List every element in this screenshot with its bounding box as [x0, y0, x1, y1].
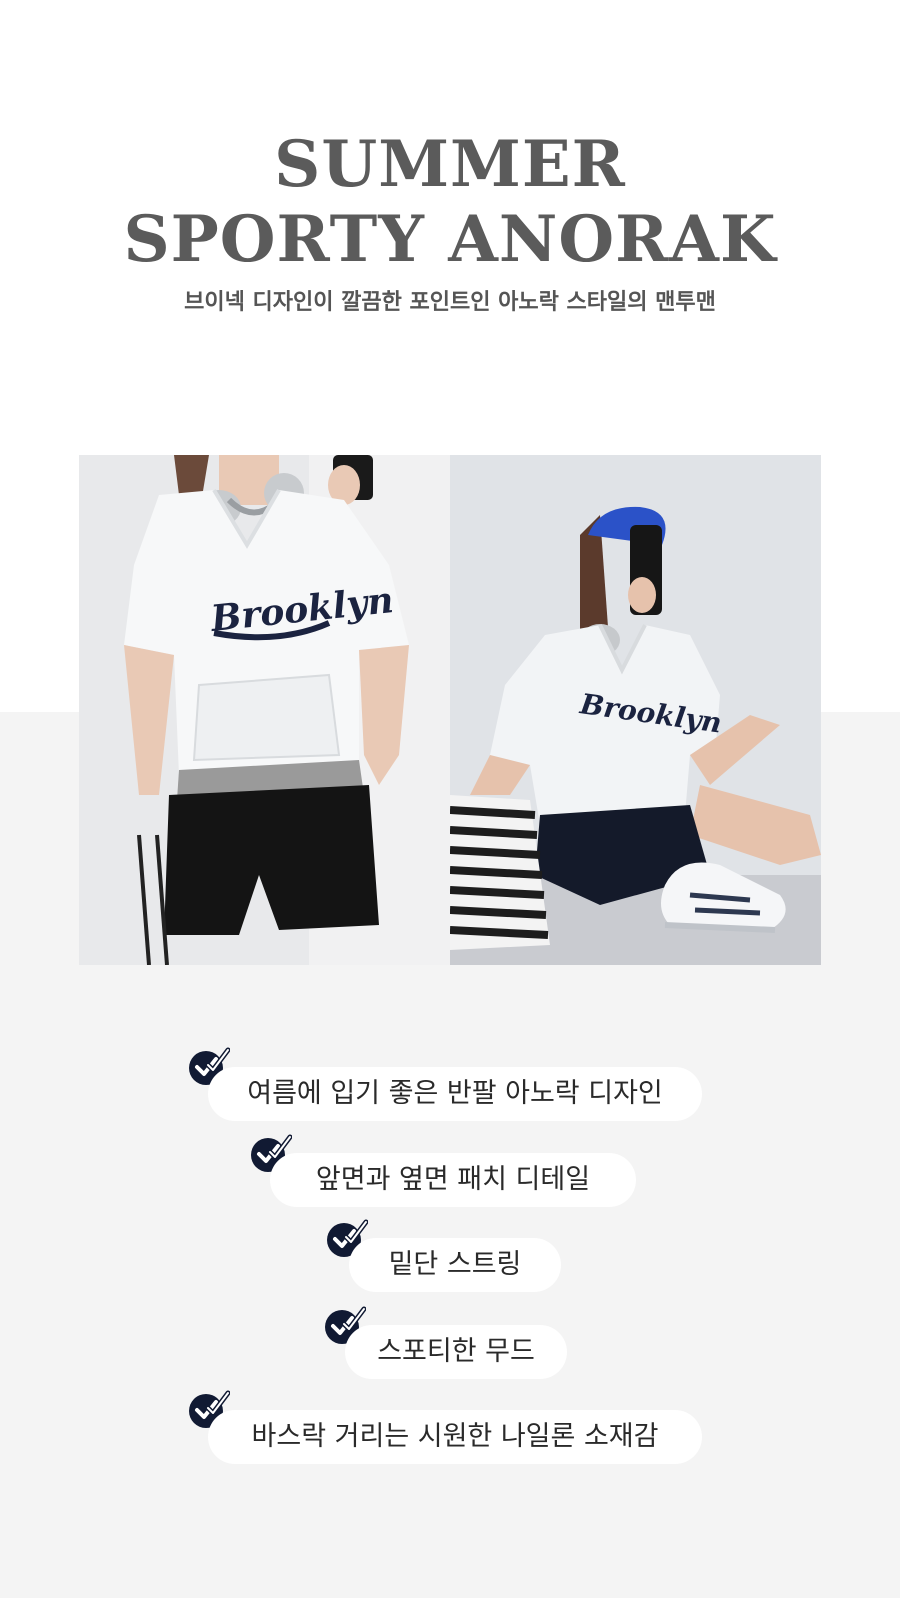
feature-item-4: 스포티한 무드: [345, 1325, 567, 1379]
feature-item-5: 바스락 거리는 시원한 나일론 소재감: [208, 1410, 702, 1464]
title-line-1: SUMMER: [274, 127, 626, 202]
product-photo-sitting: Brooklyn: [450, 455, 821, 965]
title-line-2: SPORTY ANORAK: [123, 202, 777, 277]
feature-item-2: 앞면과 옆면 패치 디테일: [270, 1153, 636, 1207]
subtitle: 브이넥 디자인이 깔끔한 포인트인 아노락 스타일의 맨투맨: [184, 290, 716, 315]
feature-item-3: 밑단 스트링: [349, 1238, 561, 1292]
product-photo-standing: Brooklyn: [79, 455, 450, 965]
feature-item-1: 여름에 입기 좋은 반팔 아노락 디자인: [208, 1067, 702, 1121]
